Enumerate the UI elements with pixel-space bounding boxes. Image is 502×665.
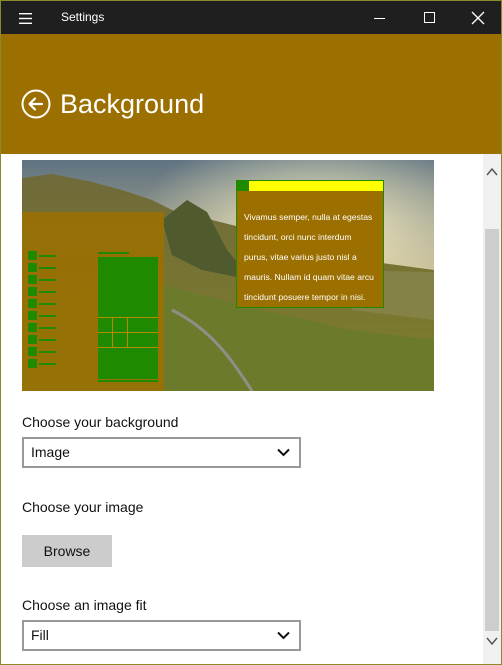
window-title: Settings bbox=[61, 10, 105, 24]
tile-group-header bbox=[98, 252, 129, 254]
vertical-scrollbar[interactable] bbox=[483, 154, 501, 664]
notification-preview: Vivamus semper, nulla at egestas tincidu… bbox=[236, 180, 384, 308]
background-label: Choose your background bbox=[22, 414, 179, 430]
tile-group-footer bbox=[98, 380, 158, 382]
chevron-down-icon bbox=[277, 631, 290, 640]
back-button[interactable] bbox=[21, 89, 51, 119]
image-fit-dropdown[interactable]: Fill bbox=[22, 620, 301, 651]
app-list-item bbox=[28, 286, 56, 298]
app-list-item bbox=[28, 250, 56, 262]
close-button[interactable] bbox=[455, 1, 501, 34]
image-fit-dropdown-value: Fill bbox=[31, 627, 49, 643]
app-list-item bbox=[28, 298, 56, 310]
app-list-item bbox=[28, 358, 56, 370]
notification-body: Vivamus semper, nulla at egestas tincidu… bbox=[244, 207, 394, 307]
app-list-item bbox=[28, 346, 56, 358]
back-arrow-icon bbox=[21, 89, 51, 119]
live-tiles bbox=[98, 257, 158, 379]
notification-line: mauris. Nullam id quam vitae arcu bbox=[244, 272, 374, 282]
scroll-up-icon[interactable] bbox=[486, 167, 498, 177]
background-dropdown-value: Image bbox=[31, 444, 70, 460]
settings-window: Settings Background Vivamus semper, null… bbox=[0, 0, 502, 665]
chevron-down-icon bbox=[277, 448, 290, 457]
hamburger-menu-icon[interactable] bbox=[11, 9, 39, 27]
maximize-button[interactable] bbox=[407, 1, 453, 34]
start-menu-preview bbox=[22, 212, 164, 391]
background-preview: Vivamus semper, nulla at egestas tincidu… bbox=[22, 160, 434, 391]
app-list-item bbox=[28, 322, 56, 334]
notification-title-bar bbox=[237, 181, 383, 191]
settings-content: Vivamus semper, nulla at egestas tincidu… bbox=[1, 154, 481, 664]
image-label: Choose your image bbox=[22, 499, 144, 515]
notification-line: tincidunt posuere tempor in nisi. bbox=[244, 292, 366, 302]
notification-app-icon bbox=[237, 181, 249, 191]
minimize-button[interactable] bbox=[357, 1, 403, 34]
close-icon bbox=[471, 11, 485, 24]
background-dropdown[interactable]: Image bbox=[22, 437, 301, 468]
app-list-item bbox=[28, 334, 56, 346]
app-list-item bbox=[28, 310, 56, 322]
fit-label: Choose an image fit bbox=[22, 597, 147, 613]
notification-line: tincidunt, orci nunc interdum bbox=[244, 232, 352, 242]
app-list-item bbox=[28, 274, 56, 286]
title-bar: Settings bbox=[1, 1, 501, 34]
app-list bbox=[28, 250, 56, 370]
page-header: Background bbox=[1, 34, 501, 154]
scrollbar-thumb[interactable] bbox=[485, 229, 499, 631]
minimize-icon bbox=[374, 17, 385, 19]
notification-line: Vivamus semper, nulla at egestas bbox=[244, 212, 373, 222]
browse-button[interactable]: Browse bbox=[22, 535, 112, 567]
app-list-item bbox=[28, 262, 56, 274]
scroll-down-icon[interactable] bbox=[486, 636, 498, 646]
maximize-icon bbox=[424, 11, 435, 23]
notification-line: purus, vitae varius justo nisl a bbox=[244, 252, 357, 262]
page-title: Background bbox=[60, 89, 205, 119]
